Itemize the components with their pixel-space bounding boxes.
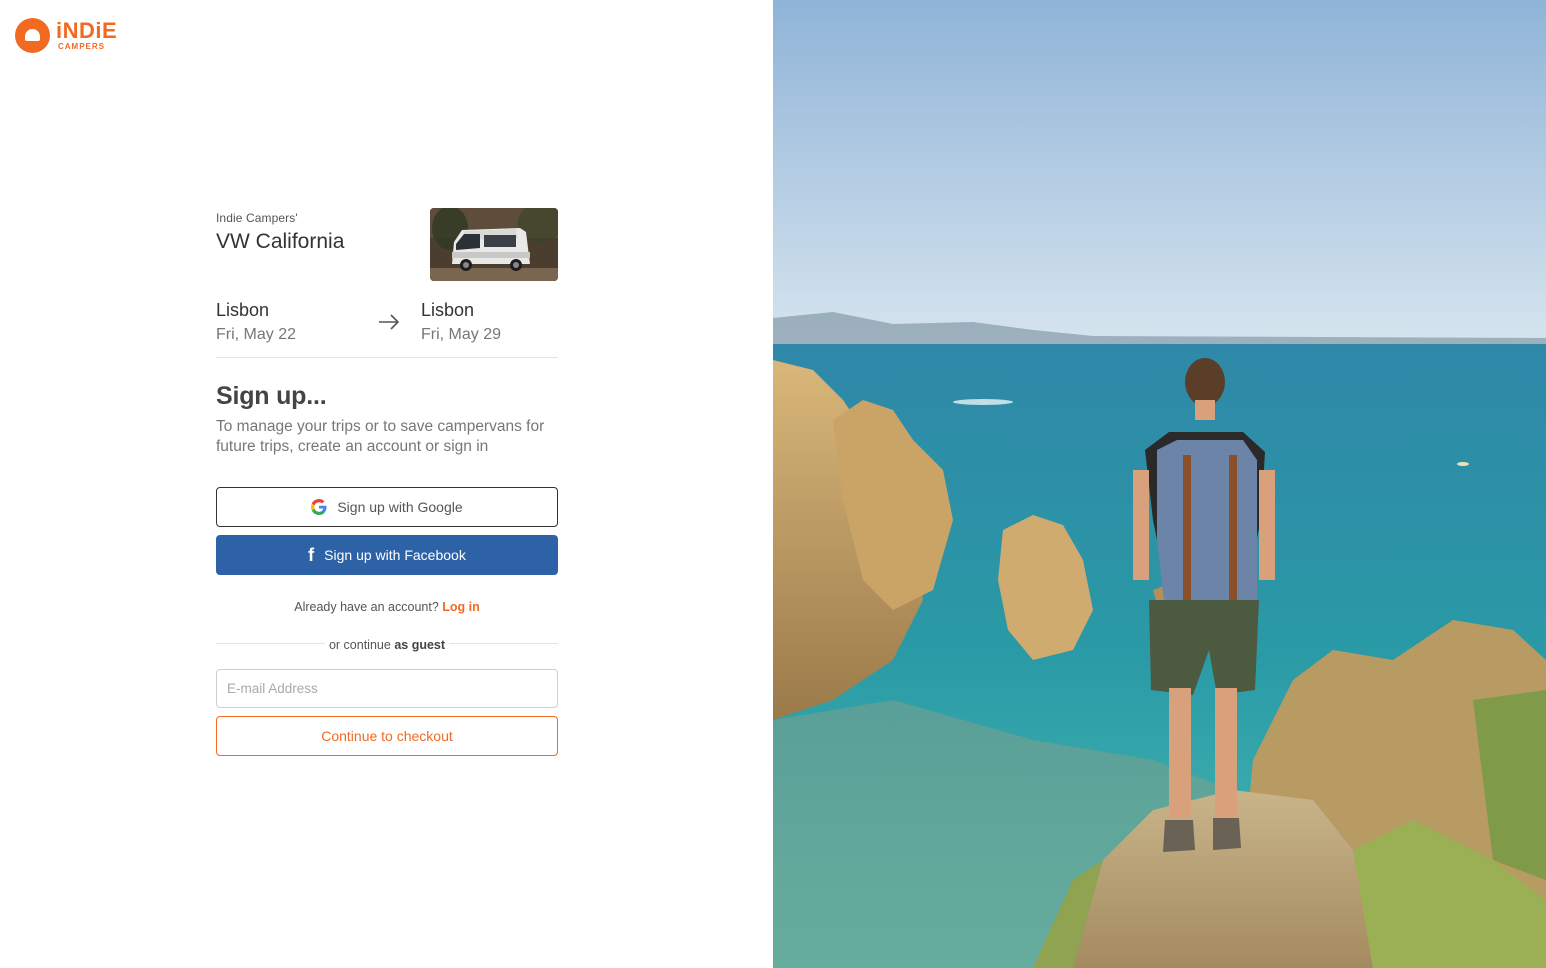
van-illustration (430, 208, 558, 281)
vehicle-thumbnail (430, 208, 558, 281)
continue-checkout-label: Continue to checkout (321, 728, 453, 744)
hiker-coast-photo (773, 0, 1546, 968)
google-signup-label: Sign up with Google (337, 499, 463, 515)
indie-campers-logo[interactable]: iNDiE CAMPERS (15, 18, 117, 53)
facebook-signup-label: Sign up with Facebook (324, 547, 466, 563)
signup-subtitle: To manage your trips or to save camperva… (216, 418, 545, 455)
google-icon (311, 499, 327, 515)
guest-divider: or continue as guest (216, 636, 558, 652)
guest-divider-strong: as guest (394, 638, 446, 652)
guest-divider-prefix: or continue (328, 638, 391, 652)
dropoff: Lisbon Fri, May 29 (421, 300, 501, 344)
vehicle-summary: Indie Campers' VW California (216, 208, 558, 281)
signup-title: Sign up... (216, 382, 327, 410)
vehicle-name: VW California (216, 230, 345, 253)
facebook-signup-button[interactable]: f Sign up with Facebook (216, 535, 558, 575)
signup-panel: iNDiE CAMPERS Indie Campers' VW Californ… (0, 0, 773, 968)
pickup: Lisbon Fri, May 22 (216, 300, 296, 344)
login-prompt: Already have an account? (294, 600, 439, 614)
dropoff-date: Fri, May 29 (421, 326, 502, 343)
dropoff-city: Lisbon (421, 300, 475, 320)
hero-image (773, 0, 1546, 968)
logo-sub: CAMPERS (58, 42, 106, 51)
login-prompt-line: Already have an account? Log in (216, 600, 558, 614)
booking-signup-card: Indie Campers' VW California Lisbon Fri,… (216, 208, 558, 756)
logo-text: iNDiE CAMPERS (56, 20, 117, 51)
pickup-city: Lisbon (216, 300, 270, 320)
google-signup-button[interactable]: Sign up with Google (216, 487, 558, 527)
arrow-right-icon (379, 314, 400, 330)
vehicle-owner: Indie Campers' (216, 211, 298, 225)
pickup-date: Fri, May 22 (216, 326, 297, 343)
continue-checkout-button[interactable]: Continue to checkout (216, 716, 558, 756)
logo-word: iNDiE (56, 18, 118, 43)
trip-route: Lisbon Fri, May 22 Lisbon Fri, May 29 (216, 281, 558, 358)
camper-logo-icon (15, 18, 50, 53)
login-link[interactable]: Log in (442, 600, 480, 614)
facebook-icon: f (308, 544, 315, 565)
guest-divider-text: or continue as guest (324, 638, 450, 652)
email-field[interactable] (216, 669, 558, 708)
